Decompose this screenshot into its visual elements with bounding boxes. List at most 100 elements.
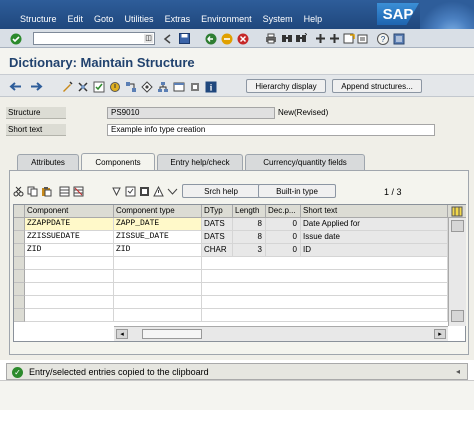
menu-extras[interactable]: Extras bbox=[165, 14, 191, 24]
row-selector[interactable] bbox=[14, 296, 25, 309]
column-header-short-text[interactable]: Short text bbox=[301, 205, 448, 218]
table-cell-empty[interactable] bbox=[114, 283, 202, 296]
next-page-icon[interactable] bbox=[328, 32, 341, 45]
table-cell-empty[interactable] bbox=[25, 296, 114, 309]
warning-icon[interactable] bbox=[152, 185, 165, 198]
short-text-field[interactable]: Example info type creation bbox=[107, 124, 435, 136]
page-counter: 1 / 3 bbox=[384, 187, 402, 197]
table-cell-dtyp: CHAR bbox=[202, 244, 233, 257]
object-list-icon[interactable] bbox=[140, 80, 153, 93]
back-arrow-icon[interactable] bbox=[9, 80, 22, 93]
other-object-icon[interactable] bbox=[76, 80, 89, 93]
customize-layout-icon[interactable] bbox=[392, 32, 405, 45]
vertical-scrollbar[interactable] bbox=[448, 218, 466, 326]
built-in-type-button[interactable]: Built-in type bbox=[258, 184, 336, 198]
table-cell-empty[interactable] bbox=[25, 309, 114, 322]
navigation-window-icon[interactable] bbox=[172, 80, 185, 93]
collapse-icon[interactable] bbox=[166, 185, 179, 198]
paste-icon[interactable] bbox=[40, 185, 53, 198]
tab-components[interactable]: Components bbox=[81, 153, 155, 171]
table-cell-component[interactable]: ZZISSUEDATE bbox=[25, 231, 114, 244]
new-session-icon[interactable] bbox=[342, 32, 355, 45]
shortcut-icon[interactable] bbox=[356, 32, 369, 45]
column-header-dtyp[interactable]: DTyp bbox=[202, 205, 233, 218]
forward-arrow-icon[interactable] bbox=[30, 80, 43, 93]
cut-icon[interactable] bbox=[12, 185, 25, 198]
table-cell-empty[interactable] bbox=[114, 270, 202, 283]
where-used-icon[interactable] bbox=[124, 80, 137, 93]
menu-edit[interactable]: Edit bbox=[68, 14, 84, 24]
menu-help[interactable]: Help bbox=[304, 14, 323, 24]
find-icon[interactable] bbox=[280, 32, 293, 45]
cancel-icon[interactable] bbox=[236, 32, 249, 45]
row-selector[interactable] bbox=[14, 231, 25, 244]
table-cell-short-text: ID bbox=[301, 244, 448, 257]
display-change-icon[interactable] bbox=[60, 80, 73, 93]
table-cell-empty[interactable] bbox=[25, 283, 114, 296]
back-icon[interactable] bbox=[204, 32, 217, 45]
column-header-component[interactable]: Component bbox=[25, 205, 114, 218]
menu-structure[interactable]: Structure bbox=[20, 14, 57, 24]
first-page-icon[interactable] bbox=[314, 32, 327, 45]
choose-icon[interactable] bbox=[124, 185, 137, 198]
status-expand-icon[interactable]: ◂ bbox=[453, 367, 463, 377]
menu-environment[interactable]: Environment bbox=[201, 14, 252, 24]
save-icon[interactable] bbox=[178, 32, 191, 45]
menu-system[interactable]: System bbox=[263, 14, 293, 24]
command-history-dropdown-icon[interactable]: ◫ bbox=[144, 34, 153, 43]
copy-icon[interactable] bbox=[26, 185, 39, 198]
column-header-component-type[interactable]: Component type bbox=[114, 205, 202, 218]
table-cell-component-type[interactable]: ZAPP_DATE bbox=[114, 218, 202, 231]
tab-entry-help-check[interactable]: Entry help/check bbox=[157, 154, 243, 170]
hierarchy-icon[interactable] bbox=[156, 80, 169, 93]
table-cell-empty[interactable] bbox=[25, 270, 114, 283]
scroll-up-icon[interactable] bbox=[451, 220, 464, 232]
info-icon[interactable]: i bbox=[204, 80, 217, 93]
table-cell-component[interactable]: ZZAPPDATE bbox=[25, 218, 114, 231]
search-help-button[interactable]: Srch help bbox=[182, 184, 260, 198]
column-config-icon[interactable] bbox=[448, 205, 466, 218]
technical-settings-icon[interactable] bbox=[188, 80, 201, 93]
table-cell-component-type[interactable]: ZID bbox=[114, 244, 202, 257]
layout-icon[interactable] bbox=[138, 185, 151, 198]
append-structures-button[interactable]: Append structures... bbox=[332, 79, 422, 93]
scroll-down-icon[interactable] bbox=[451, 310, 464, 322]
table-cell-empty[interactable] bbox=[25, 257, 114, 270]
row-selector[interactable] bbox=[14, 244, 25, 257]
horizontal-scrollbar[interactable]: ◂ ▸ bbox=[114, 326, 448, 341]
help-icon[interactable]: ? bbox=[376, 32, 389, 45]
row-selector[interactable] bbox=[14, 309, 25, 322]
find-next-icon[interactable] bbox=[294, 32, 307, 45]
row-selector[interactable] bbox=[14, 257, 25, 270]
row-selector[interactable] bbox=[14, 270, 25, 283]
delete-row-icon[interactable] bbox=[72, 185, 85, 198]
tab-currency-quantity-fields[interactable]: Currency/quantity fields bbox=[245, 154, 365, 170]
column-header-decp[interactable]: Dec.p... bbox=[266, 205, 301, 218]
chevron-left-icon[interactable] bbox=[160, 32, 173, 45]
scroll-left-icon[interactable]: ◂ bbox=[116, 329, 128, 339]
insert-row-icon[interactable] bbox=[58, 185, 71, 198]
sort-icon[interactable] bbox=[110, 185, 123, 198]
table-cell-empty[interactable] bbox=[114, 309, 202, 322]
table-cell-component[interactable]: ZID bbox=[25, 244, 114, 257]
hierarchy-display-button[interactable]: Hierarchy display bbox=[246, 79, 326, 93]
horizontal-scroll-thumb[interactable] bbox=[142, 329, 202, 339]
status-message: Entry/selected entries copied to the cli… bbox=[29, 367, 209, 377]
activate-icon[interactable] bbox=[108, 80, 121, 93]
table-cell-empty[interactable] bbox=[114, 296, 202, 309]
menu-utilities[interactable]: Utilities bbox=[125, 14, 154, 24]
enter-icon[interactable] bbox=[9, 32, 22, 45]
menu-goto[interactable]: Goto bbox=[94, 14, 114, 24]
exit-icon[interactable] bbox=[220, 32, 233, 45]
svg-text:?: ? bbox=[380, 35, 385, 44]
print-icon[interactable] bbox=[264, 32, 277, 45]
check-icon[interactable] bbox=[92, 80, 105, 93]
column-header-length[interactable]: Length bbox=[233, 205, 266, 218]
row-selector[interactable] bbox=[14, 218, 25, 231]
table-cell-empty[interactable] bbox=[114, 257, 202, 270]
scroll-right-icon[interactable]: ▸ bbox=[434, 329, 446, 339]
row-selector[interactable] bbox=[14, 283, 25, 296]
command-field[interactable]: ◫ bbox=[33, 32, 155, 45]
tab-attributes[interactable]: Attributes bbox=[17, 154, 79, 170]
table-cell-component-type[interactable]: ZISSUE_DATE bbox=[114, 231, 202, 244]
